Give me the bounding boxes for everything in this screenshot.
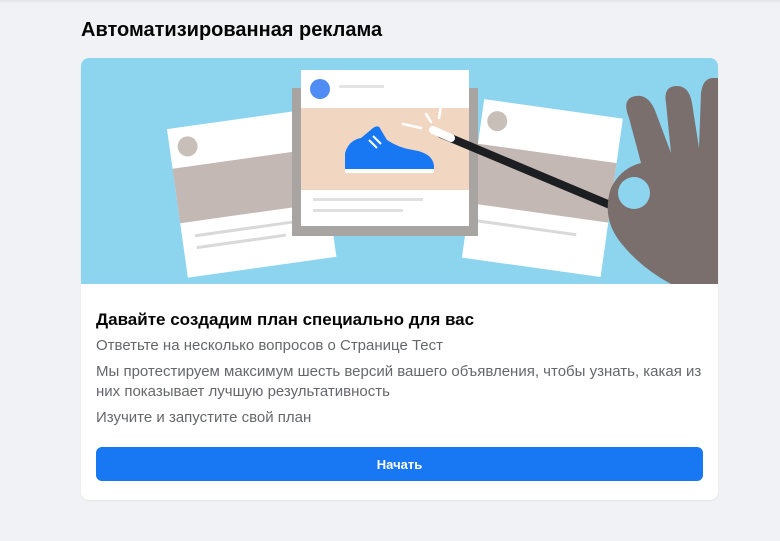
info-line-questions: Ответьте на несколько вопросов о Страниц… [96, 337, 443, 354]
plan-heading: Давайте создадим план специально для вас [96, 310, 475, 329]
automated-ads-card: Давайте создадим план специально для вас… [81, 58, 718, 500]
right-ad-card [461, 99, 623, 278]
ad-preview-cards-illustration [166, 70, 718, 284]
card-body: Давайте создадим план специально для вас… [96, 284, 703, 428]
top-bar-shadow [0, 0, 780, 4]
info-line-testing: Мы протестируем максимум шесть версий ва… [96, 363, 702, 400]
start-button[interactable]: Начать [96, 447, 703, 481]
hand-icon [607, 78, 718, 284]
page-title: Автоматизированная реклама [81, 19, 383, 41]
info-line-launch: Изучите и запустите свой план [96, 409, 312, 426]
hero-illustration [81, 58, 718, 284]
